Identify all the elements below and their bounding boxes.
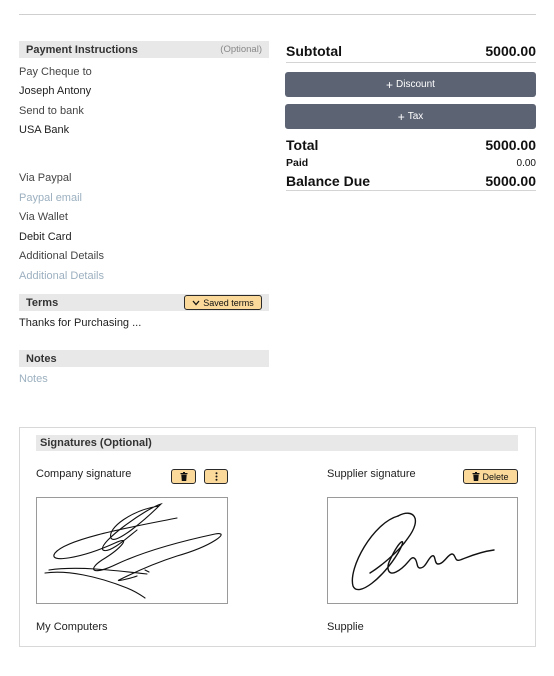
delete-company-signature-button[interactable]	[171, 469, 196, 484]
plus-icon: +	[386, 77, 394, 92]
subtotal-label: Subtotal	[286, 43, 342, 59]
more-vertical-icon	[215, 472, 218, 481]
tax-label: Tax	[407, 111, 424, 122]
chevron-down-icon	[192, 300, 200, 306]
balance-due-value: 5000.00	[485, 173, 536, 189]
paid-value[interactable]: 0.00	[517, 158, 536, 169]
discount-label: Discount	[396, 79, 435, 90]
subtotal-row: Subtotal 5000.00	[286, 43, 536, 59]
terms-title: Terms	[26, 296, 59, 309]
notes-input[interactable]: Notes	[19, 373, 48, 385]
payment-instructions-header: Payment Instructions (Optional)	[19, 41, 269, 58]
company-signature-image	[44, 502, 222, 599]
add-tax-button[interactable]: + Tax	[285, 104, 536, 129]
balance-due-row: Balance Due 5000.00	[286, 173, 536, 189]
optional-label: (Optional)	[220, 44, 262, 55]
additional-details-label: Additional Details	[19, 250, 104, 262]
wallet-label: Via Wallet	[19, 211, 68, 223]
paypal-email-input[interactable]: Paypal email	[19, 192, 82, 204]
pay-cheque-label: Pay Cheque to	[19, 66, 92, 78]
saved-terms-button[interactable]: Saved terms	[184, 295, 262, 310]
send-bank-label: Send to bank	[19, 105, 84, 117]
total-row: Total 5000.00	[286, 137, 536, 153]
trash-icon	[180, 472, 188, 481]
send-bank-input[interactable]: USA Bank	[19, 124, 69, 136]
pay-cheque-input[interactable]: Joseph Antony	[19, 85, 91, 97]
notes-header: Notes	[19, 350, 269, 367]
supplier-signature-label: Supplier signature	[327, 468, 416, 480]
signatures-header: Signatures (Optional)	[36, 435, 518, 451]
delete-label: Delete	[482, 471, 509, 482]
trash-icon	[472, 472, 480, 481]
notes-title: Notes	[26, 352, 57, 365]
signatures-title: Signatures (Optional)	[40, 437, 152, 449]
balance-due-label: Balance Due	[286, 173, 371, 189]
company-name-input[interactable]: My Computers	[36, 621, 108, 633]
company-signature-pad[interactable]	[36, 497, 228, 604]
paid-row: Paid 0.00	[286, 157, 536, 169]
additional-details-input[interactable]: Additional Details	[19, 270, 104, 282]
delete-supplier-signature-button[interactable]: Delete	[463, 469, 518, 484]
paid-label: Paid	[286, 157, 309, 169]
wallet-input[interactable]: Debit Card	[19, 231, 72, 243]
top-divider	[19, 14, 536, 15]
paypal-label: Via Paypal	[19, 172, 72, 184]
total-label: Total	[286, 137, 319, 153]
subtotal-divider	[286, 62, 536, 63]
subtotal-value: 5000.00	[485, 43, 536, 59]
supplier-name-input[interactable]: Supplie	[327, 621, 364, 633]
terms-input[interactable]: Thanks for Purchasing ...	[19, 317, 141, 329]
supplier-signature-pad[interactable]	[327, 497, 518, 604]
plus-icon: +	[397, 109, 405, 124]
supplier-signature-image	[351, 512, 495, 591]
company-signature-more-button[interactable]	[204, 469, 228, 484]
total-value: 5000.00	[485, 137, 536, 153]
saved-terms-label: Saved terms	[203, 297, 254, 308]
payment-instructions-title: Payment Instructions	[26, 43, 138, 56]
company-signature-label: Company signature	[36, 468, 132, 480]
balance-divider	[286, 190, 536, 191]
add-discount-button[interactable]: + Discount	[285, 72, 536, 97]
